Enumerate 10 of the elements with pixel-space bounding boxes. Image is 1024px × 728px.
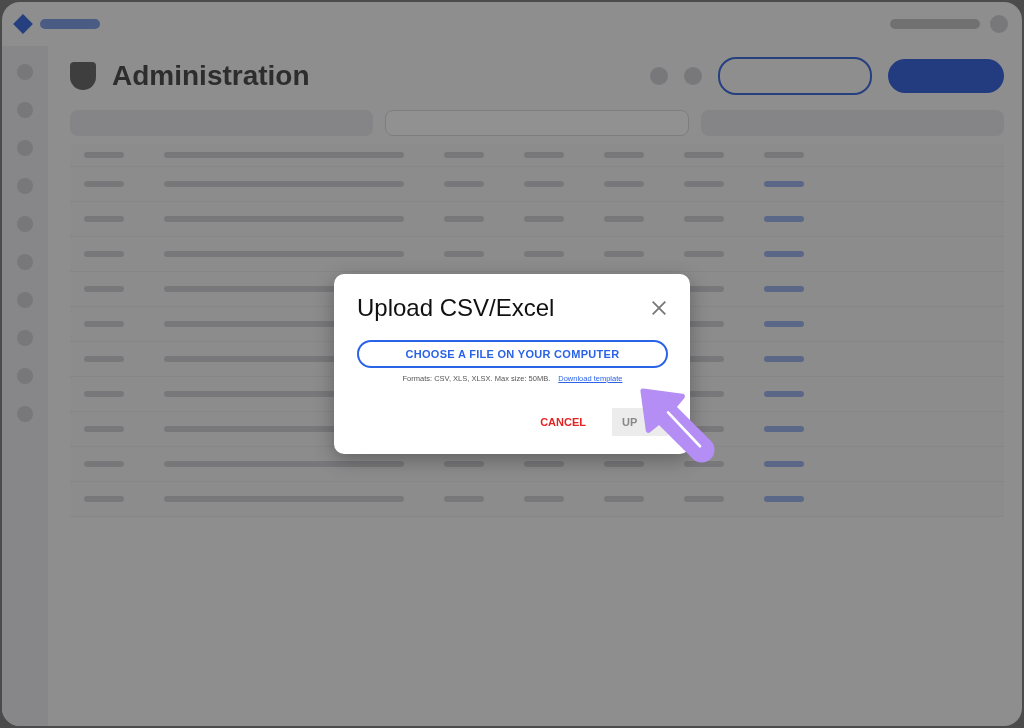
cancel-button[interactable]: CANCEL [530,408,596,436]
choose-file-button[interactable]: CHOOSE A FILE ON YOUR COMPUTER [357,340,668,368]
dialog-title: Upload CSV/Excel [357,294,555,322]
shield-icon [70,62,96,90]
language-selector[interactable] [890,19,980,29]
page-title: Administration [112,60,310,92]
outline-button[interactable] [718,57,872,95]
close-icon[interactable] [650,299,668,317]
logo-placeholder [40,19,100,29]
primary-button[interactable] [888,59,1004,93]
